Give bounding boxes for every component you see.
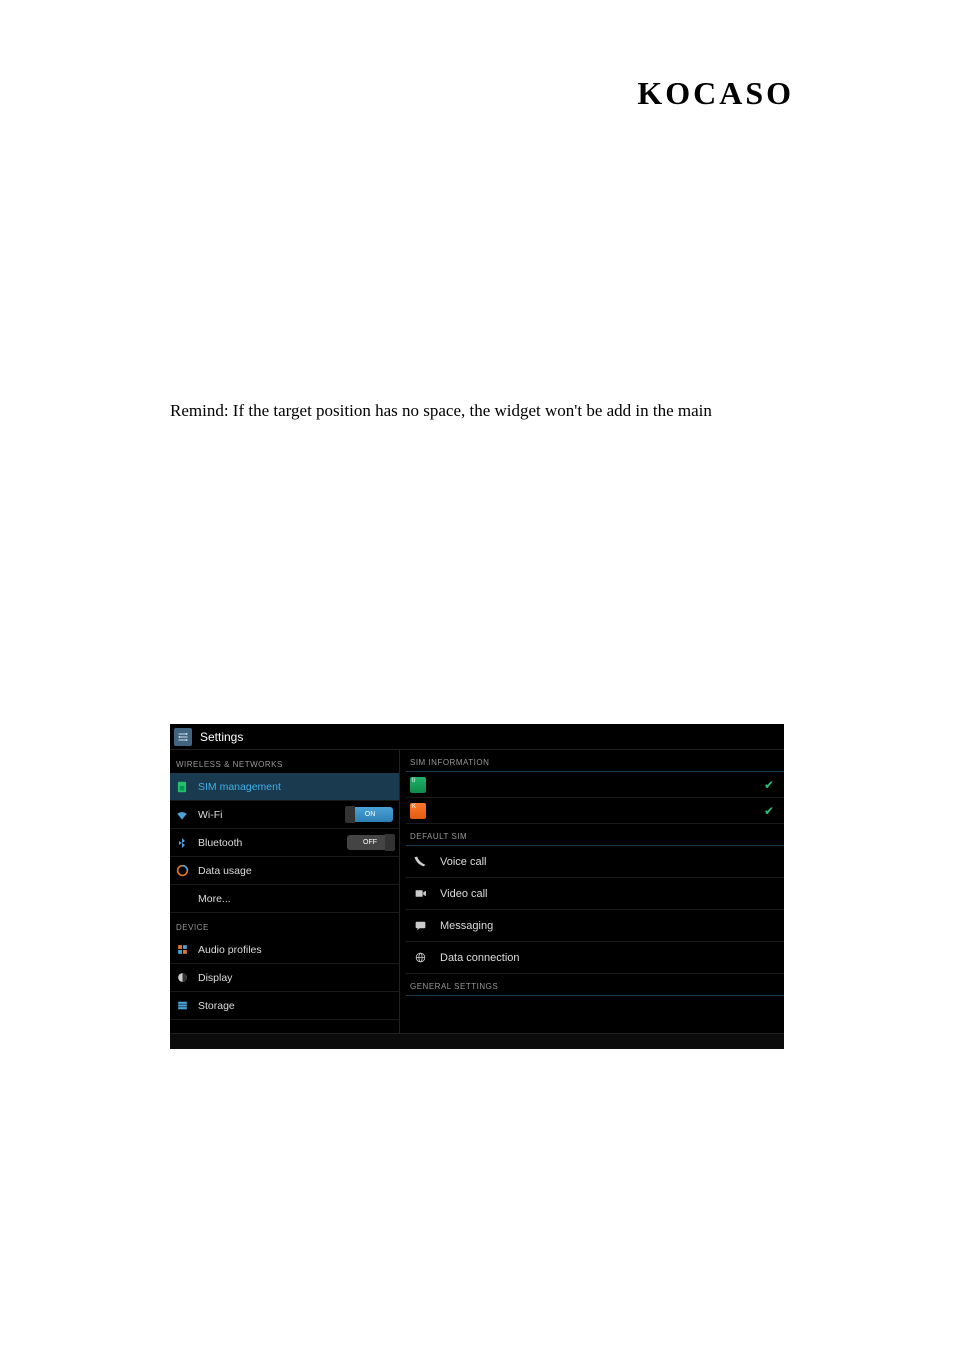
settings-icon bbox=[174, 728, 192, 746]
content-item-voice-call[interactable]: Voice call bbox=[406, 846, 784, 878]
sidebar-item-more[interactable]: More... bbox=[170, 885, 399, 913]
globe-icon bbox=[412, 950, 428, 966]
sidebar-item-label: Audio profiles bbox=[198, 944, 393, 956]
content-item-video-call[interactable]: Video call bbox=[406, 878, 784, 910]
sidebar-item-label: More... bbox=[198, 893, 393, 905]
content-item-messaging[interactable]: Messaging bbox=[406, 910, 784, 942]
spacer-icon bbox=[174, 891, 190, 907]
sidebar-item-storage[interactable]: Storage bbox=[170, 992, 399, 1020]
sim-chip-2-icon: K bbox=[410, 803, 426, 819]
titlebar: Settings bbox=[170, 724, 784, 750]
content-item-label: Messaging bbox=[440, 920, 493, 932]
data-usage-icon bbox=[174, 863, 190, 879]
sidebar-item-label: Display bbox=[198, 972, 393, 984]
bluetooth-icon bbox=[174, 835, 190, 851]
check-icon: ✔ bbox=[764, 778, 774, 792]
section-general-settings: GENERAL SETTINGS bbox=[406, 974, 784, 996]
storage-icon bbox=[174, 998, 190, 1014]
sidebar-item-audio-profiles[interactable]: Audio profiles bbox=[170, 936, 399, 964]
video-call-icon bbox=[412, 886, 428, 902]
sidebar-item-label: Data usage bbox=[198, 865, 393, 877]
sidebar-item-label: Storage bbox=[198, 1000, 393, 1012]
sim-slot-2[interactable]: K ✔ bbox=[406, 798, 784, 824]
sim-icon bbox=[174, 779, 190, 795]
sidebar: WIRELESS & NETWORKS SIM management Wi-Fi… bbox=[170, 750, 400, 1033]
content-item-label: Video call bbox=[440, 888, 488, 900]
sim-slot-1[interactable]: ti ✔ bbox=[406, 772, 784, 798]
nav-bar bbox=[170, 1033, 784, 1049]
sidebar-item-data-usage[interactable]: Data usage bbox=[170, 857, 399, 885]
section-default-sim: DEFAULT SIM bbox=[406, 824, 784, 846]
section-sim-information: SIM INFORMATION bbox=[406, 750, 784, 772]
sidebar-item-label: Wi-Fi bbox=[198, 809, 347, 821]
sidebar-item-bluetooth[interactable]: Bluetooth OFF bbox=[170, 829, 399, 857]
content-pane: SIM INFORMATION ti ✔ K ✔ DEFAULT SIM Voi… bbox=[400, 750, 784, 1033]
wifi-toggle[interactable]: ON bbox=[347, 807, 393, 822]
wifi-icon bbox=[174, 807, 190, 823]
content-item-data-connection[interactable]: Data connection bbox=[406, 942, 784, 974]
phone-icon bbox=[412, 854, 428, 870]
sidebar-item-label: SIM management bbox=[198, 781, 393, 793]
remind-text: Remind: If the target position has no sp… bbox=[170, 398, 784, 424]
settings-screenshot: Settings WIRELESS & NETWORKS SIM managem… bbox=[170, 724, 784, 1049]
brand-logo: KOCASO bbox=[637, 75, 794, 112]
content-item-label: Data connection bbox=[440, 952, 520, 964]
bluetooth-toggle[interactable]: OFF bbox=[347, 835, 393, 850]
page-title: Settings bbox=[200, 730, 243, 744]
section-wireless-networks: WIRELESS & NETWORKS bbox=[170, 750, 399, 773]
sidebar-item-wifi[interactable]: Wi-Fi ON bbox=[170, 801, 399, 829]
sidebar-item-display[interactable]: Display bbox=[170, 964, 399, 992]
sim-chip-1-icon: ti bbox=[410, 777, 426, 793]
sidebar-item-label: Bluetooth bbox=[198, 837, 347, 849]
audio-profiles-icon bbox=[174, 942, 190, 958]
display-icon bbox=[174, 970, 190, 986]
sidebar-item-sim-management[interactable]: SIM management bbox=[170, 773, 399, 801]
content-item-label: Voice call bbox=[440, 856, 486, 868]
messaging-icon bbox=[412, 918, 428, 934]
section-device: DEVICE bbox=[170, 913, 399, 936]
check-icon: ✔ bbox=[764, 804, 774, 818]
